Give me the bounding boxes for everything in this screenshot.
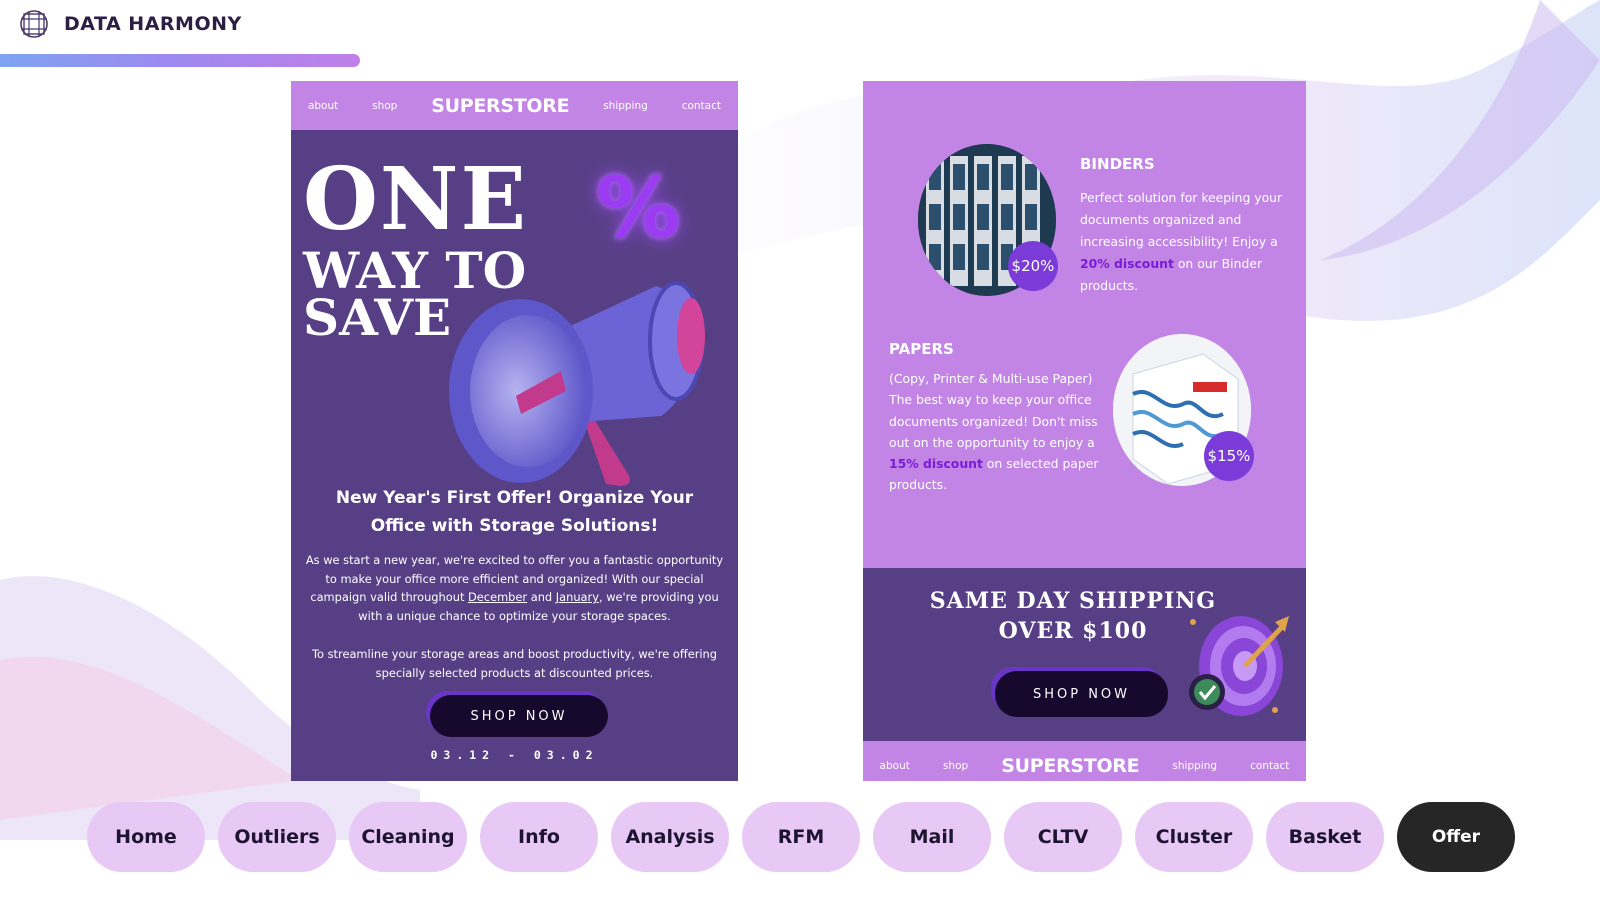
papers-discount-highlight: 15% discount xyxy=(889,456,983,472)
papers-description: (Copy, Printer & Multi-use Paper) The be… xyxy=(889,368,1109,496)
shipping-banner: SAME DAY SHIPPING OVER $100 SHOP NOW xyxy=(863,568,1306,741)
binders-discount-highlight: 20% discount xyxy=(1080,256,1174,271)
footer-link-shipping[interactable]: shipping xyxy=(1172,760,1217,772)
footer-link-shop[interactable]: shop xyxy=(943,760,968,772)
nav-button-cluster[interactable]: Cluster xyxy=(1135,802,1253,872)
email-preview-products: $20% BINDERS Perfect solution for keepin… xyxy=(863,81,1306,781)
binders-description: Perfect solution for keeping your docume… xyxy=(1080,187,1302,297)
nav-button-analysis[interactable]: Analysis xyxy=(611,802,729,872)
slide-navigation: Home Outliers Cleaning Info Analysis RFM… xyxy=(87,802,1515,872)
nav-button-outliers[interactable]: Outliers xyxy=(218,802,336,872)
price-badge-binders: $20% xyxy=(1008,241,1058,291)
shop-now-button[interactable]: SHOP NOW xyxy=(430,695,608,737)
offer-body-details: To streamline your storage areas and boo… xyxy=(312,647,717,680)
nav-button-basket[interactable]: Basket xyxy=(1266,802,1384,872)
brand-name: DATA HARMONY xyxy=(64,13,242,35)
email-top-nav: about shop SUPERSTORE shipping contact xyxy=(291,81,738,130)
offer-body-intro: As we start a new year, we're excited to… xyxy=(299,551,730,625)
brand-accent-bar xyxy=(0,54,360,67)
hero-line-one: ONE xyxy=(303,149,529,250)
email-bottom-nav: about shop SUPERSTORE shipping contact xyxy=(863,741,1306,781)
brand-header: DATA HARMONY xyxy=(18,8,242,40)
percent-icon: % xyxy=(596,159,681,257)
campaign-dates: 03.12 - 03.02 xyxy=(430,748,599,762)
footer-link-contact[interactable]: contact xyxy=(1250,760,1289,772)
nav-button-cleaning[interactable]: Cleaning xyxy=(349,802,467,872)
nav-link-about[interactable]: about xyxy=(308,100,338,112)
nav-link-shop[interactable]: shop xyxy=(372,100,397,112)
footer-superstore-logo[interactable]: SUPERSTORE xyxy=(1001,755,1139,777)
binders-desc-part1: Perfect solution for keeping your docume… xyxy=(1080,190,1283,249)
offer-body-and: and xyxy=(527,590,556,605)
nav-button-rfm[interactable]: RFM xyxy=(742,802,860,872)
superstore-logo[interactable]: SUPERSTORE xyxy=(431,95,569,117)
price-badge-papers: $15% xyxy=(1204,431,1254,481)
nav-link-shipping[interactable]: shipping xyxy=(603,100,648,112)
papers-title: PAPERS xyxy=(889,340,954,358)
shop-now-button-shipping[interactable]: SHOP NOW xyxy=(995,671,1168,717)
binders-title: BINDERS xyxy=(1080,155,1155,173)
nav-button-offer[interactable]: Offer xyxy=(1397,802,1515,872)
nav-button-cltv[interactable]: CLTV xyxy=(1004,802,1122,872)
footer-link-about[interactable]: about xyxy=(880,760,910,772)
nav-button-mail[interactable]: Mail xyxy=(873,802,991,872)
email-preview-offer: about shop SUPERSTORE shipping contact O… xyxy=(291,81,738,781)
nav-link-contact[interactable]: contact xyxy=(682,100,721,112)
link-december[interactable]: December xyxy=(468,590,527,604)
nav-button-info[interactable]: Info xyxy=(480,802,598,872)
offer-headline: New Year's First Offer! Organize Your Of… xyxy=(335,488,694,536)
target-arrow-icon xyxy=(1189,616,1289,716)
globe-grid-icon xyxy=(20,10,48,38)
link-january[interactable]: January xyxy=(556,590,599,604)
papers-desc-part1: (Copy, Printer & Multi-use Paper) The be… xyxy=(889,371,1098,450)
nav-button-home[interactable]: Home xyxy=(87,802,205,872)
megaphone-icon xyxy=(449,281,705,486)
